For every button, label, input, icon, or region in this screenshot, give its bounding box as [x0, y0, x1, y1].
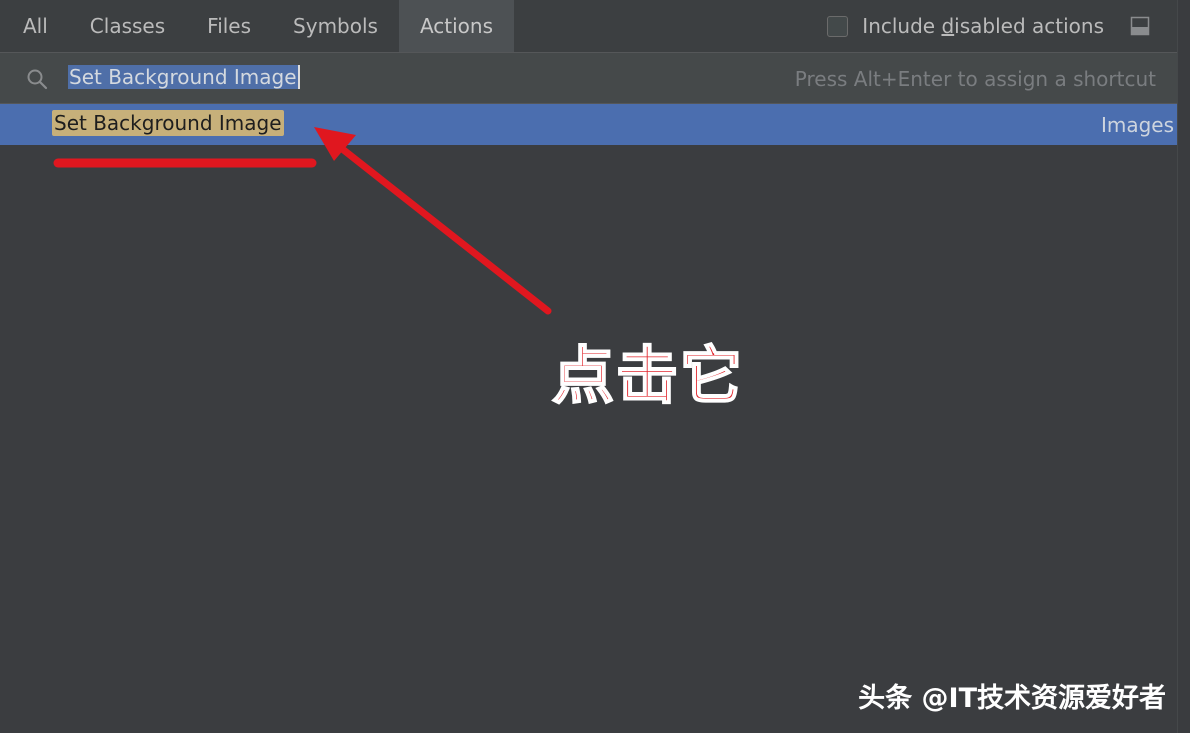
tab-symbols-label: Symbols — [293, 14, 378, 38]
tab-classes[interactable]: Classes — [69, 0, 186, 52]
include-disabled-option[interactable]: Include disabled actions — [827, 0, 1130, 52]
window-edge — [1177, 0, 1190, 733]
search-row: Set Background Image Press Alt+Enter to … — [0, 53, 1178, 104]
search-icon — [27, 69, 48, 90]
pin-window-icon[interactable] — [1130, 16, 1150, 36]
search-input-value: Set Background Image — [68, 65, 300, 89]
search-hint: Press Alt+Enter to assign a shortcut — [794, 67, 1156, 91]
watermark: 头条 @IT技术资源爱好者 — [858, 683, 1166, 714]
tab-spacer — [514, 0, 827, 52]
include-disabled-label-post: isabled actions — [954, 14, 1104, 38]
tab-files[interactable]: Files — [186, 0, 272, 52]
tab-classes-label: Classes — [89, 14, 166, 38]
tab-files-label: Files — [207, 14, 252, 38]
list-item[interactable]: Set Background Image Images — [0, 104, 1178, 145]
include-disabled-checkbox[interactable] — [827, 15, 849, 37]
tab-bar: All Classes Files Symbols Actions Includ… — [0, 0, 1178, 53]
result-group: Images — [1100, 113, 1174, 137]
include-disabled-label-pre: Include — [862, 14, 942, 38]
include-disabled-label: Include disabled actions — [862, 14, 1104, 38]
tab-actions-label: Actions — [419, 14, 494, 38]
search-input[interactable]: Set Background Image — [68, 65, 300, 93]
annotation-label: 点击它 — [551, 338, 745, 413]
include-disabled-label-mnemonic: d — [941, 14, 955, 38]
results-list-empty-area — [0, 145, 1178, 733]
tab-all[interactable]: All — [0, 0, 69, 52]
tab-all-label: All — [23, 14, 48, 38]
result-name: Set Background Image — [52, 110, 284, 136]
tab-actions[interactable]: Actions — [398, 0, 515, 52]
tab-symbols[interactable]: Symbols — [272, 0, 399, 52]
